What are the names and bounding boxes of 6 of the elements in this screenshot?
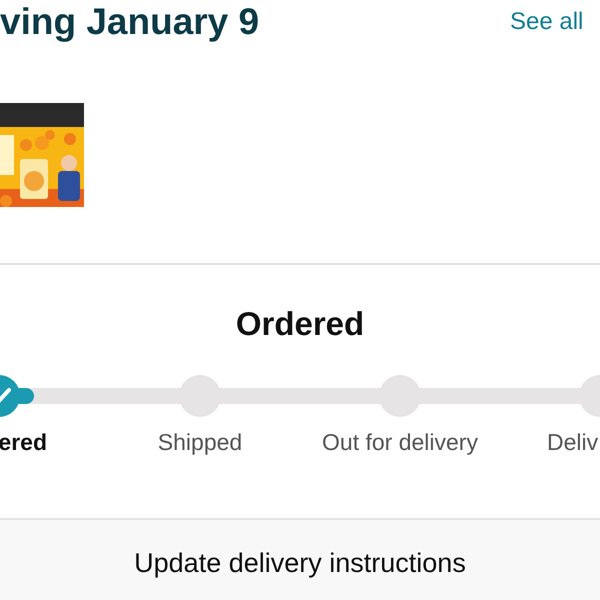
status-heading: Ordered: [234, 305, 366, 343]
delivery-heading: ving January 9: [0, 1, 260, 43]
see-all-link[interactable]: See all: [510, 8, 600, 36]
step-label: Deliv: [547, 429, 598, 456]
step-label: Out for delivery: [322, 429, 478, 456]
step-label: Shipped: [158, 429, 242, 456]
